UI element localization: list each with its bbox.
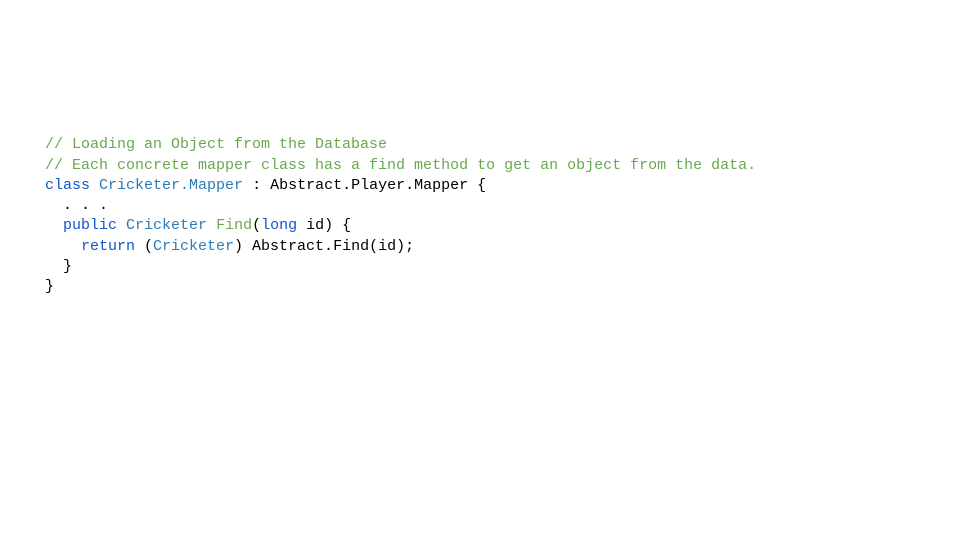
method-find: Find xyxy=(216,217,252,234)
close-class-line: } xyxy=(45,278,54,295)
comment-line-2: // Each concrete mapper class has a find… xyxy=(45,157,756,174)
method-decl-line: public Cricketer Find(long id) { xyxy=(45,217,351,234)
type-cricketer-mapper: Cricketer.Mapper xyxy=(99,177,243,194)
return-expr: ) Abstract.Find(id); xyxy=(234,238,414,255)
comment-line-1: // Loading an Object from the Database xyxy=(45,136,387,153)
cast-open: ( xyxy=(135,238,153,255)
close-brace-inner: } xyxy=(63,258,72,275)
code-snippet: // Loading an Object from the Database /… xyxy=(45,115,756,297)
type-cricketer-cast: Cricketer xyxy=(153,238,234,255)
keyword-long: long xyxy=(261,217,297,234)
close-method-line: } xyxy=(45,258,72,275)
class-inherit: : Abstract.Player.Mapper { xyxy=(243,177,486,194)
keyword-public: public xyxy=(63,217,117,234)
keyword-return: return xyxy=(81,238,135,255)
keyword-class: class xyxy=(45,177,90,194)
param-id: id) { xyxy=(297,217,351,234)
ellipsis-line: . . . xyxy=(45,197,108,214)
ellipsis: . . . xyxy=(63,197,108,214)
class-decl-line: class Cricketer.Mapper : Abstract.Player… xyxy=(45,177,486,194)
return-line: return (Cricketer) Abstract.Find(id); xyxy=(45,238,414,255)
type-cricketer: Cricketer xyxy=(126,217,207,234)
close-brace-outer: } xyxy=(45,278,54,295)
paren-open: ( xyxy=(252,217,261,234)
